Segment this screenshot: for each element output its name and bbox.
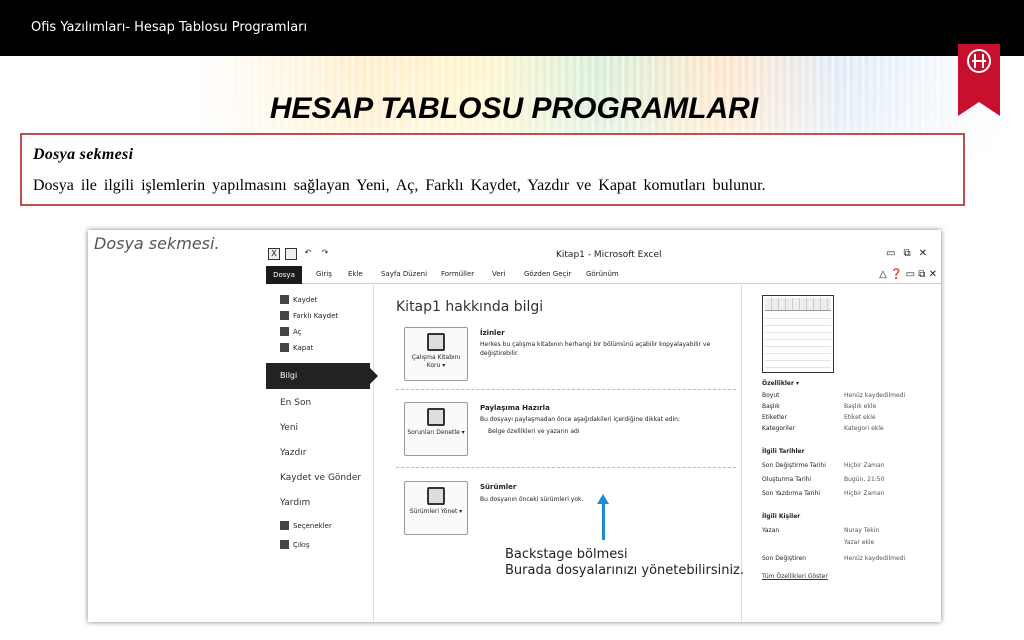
tab-dosya[interactable]: Dosya xyxy=(266,266,302,284)
nav-ac[interactable]: Aç xyxy=(280,327,302,336)
help-icon[interactable]: △ ❓ ▭ ⧉ ✕ xyxy=(879,269,937,280)
title-bar: X ↶ ↷ Kitap1 - Microsoft Excel ▭⧉✕ xyxy=(266,244,941,266)
workbook-thumbnail xyxy=(762,295,834,373)
save-as-icon xyxy=(280,311,289,320)
annotation: Backstage bölmesi Burada dosyalarınızı y… xyxy=(505,547,744,579)
protect-workbook-button[interactable]: Çalışma Kitabını Koru ▾ xyxy=(404,327,468,381)
topbar-title: Ofis Yazılımları- Hesap Tablosu Programl… xyxy=(31,20,308,35)
versions-icon xyxy=(427,487,445,505)
tab-formuller[interactable]: Formüller xyxy=(441,270,474,278)
save-icon xyxy=(280,295,289,304)
tab-gorunum[interactable]: Görünüm xyxy=(586,270,619,278)
tab-sayfa-duzeni[interactable]: Sayfa Düzeni xyxy=(381,270,427,278)
exit-icon xyxy=(280,540,289,549)
properties-pane: Özellikler ▾ Boyut Henüz kaydedilmedi Baş… xyxy=(741,285,941,622)
lock-icon xyxy=(427,333,445,351)
divider xyxy=(396,389,736,390)
section-text: Bu dosyayı paylaşmadan önce aşağıdakiler… xyxy=(480,416,680,423)
section-text: Herkes bu çalışma kitabının herhangi bir… xyxy=(480,341,711,357)
tab-veri[interactable]: Veri xyxy=(492,270,505,278)
window-controls[interactable]: ▭⧉✕ xyxy=(886,248,935,259)
nav-kaydet[interactable]: Kaydet xyxy=(280,295,317,304)
undo-icon[interactable]: ↶ xyxy=(302,248,314,260)
options-icon xyxy=(280,521,289,530)
nav-yazdir[interactable]: Yazdır xyxy=(280,448,306,458)
nav-bilgi[interactable]: Bilgi xyxy=(266,363,378,389)
menu-bar: Dosya Giriş Ekle Sayfa Düzeni Formüller … xyxy=(266,266,941,284)
screenshot-caption: Dosya sekmesi. xyxy=(94,234,220,253)
backstage-nav: Kaydet Farklı Kaydet Aç Kapat Bilgi En S… xyxy=(266,285,378,622)
section-title: İzinler xyxy=(480,329,505,337)
folder-open-icon xyxy=(280,327,289,336)
nav-cikis[interactable]: Çıkış xyxy=(280,540,309,549)
quick-access-toolbar: X ↶ ↷ xyxy=(268,248,331,260)
save-icon[interactable] xyxy=(285,248,297,260)
redo-icon[interactable]: ↷ xyxy=(319,248,331,260)
nav-secenekler[interactable]: Seçenekler xyxy=(280,521,332,530)
divider xyxy=(396,467,736,468)
nav-farkli-kaydet[interactable]: Farklı Kaydet xyxy=(280,311,338,320)
description-box: Dosya sekmesi Dosya ile ilgili işlemleri… xyxy=(20,133,965,206)
annotation-line-2: Burada dosyalarınızı yönetebilirsiniz. xyxy=(505,563,745,578)
box-text: Dosya ile ilgili işlemlerin yapılmasını … xyxy=(33,177,766,194)
top-bar: Ofis Yazılımları- Hesap Tablosu Programl… xyxy=(0,0,1024,56)
people-heading: İlgili Kişiler xyxy=(762,513,801,520)
show-all-properties-link[interactable]: Tüm Özellikleri Göster xyxy=(762,573,828,580)
nav-en-son[interactable]: En Son xyxy=(280,398,311,408)
checklist-icon xyxy=(427,408,445,426)
nav-kapat[interactable]: Kapat xyxy=(280,343,313,352)
folder-close-icon xyxy=(280,343,289,352)
tab-ekle[interactable]: Ekle xyxy=(348,270,363,278)
info-title: Kitap1 hakkında bilgi xyxy=(396,299,544,315)
box-heading: Dosya sekmesi xyxy=(33,146,134,163)
check-issues-button[interactable]: Sorunları Denetle ▾ xyxy=(404,402,468,456)
section-title: Paylaşıma Hazırla xyxy=(480,404,550,412)
properties-heading[interactable]: Özellikler ▾ xyxy=(762,380,799,387)
manage-versions-button[interactable]: Sürümleri Yönet ▾ xyxy=(404,481,468,535)
window-title: Kitap1 - Microsoft Excel xyxy=(556,250,662,260)
nav-yeni[interactable]: Yeni xyxy=(280,423,298,433)
section-title: Sürümler xyxy=(480,483,517,491)
excel-icon[interactable]: X xyxy=(268,248,280,260)
tab-giris[interactable]: Giriş xyxy=(316,270,332,278)
bullet-item: Belge özellikleri ve yazarın adı xyxy=(488,428,580,435)
slide-title: HESAP TABLOSU PROGRAMLARI xyxy=(269,92,759,125)
arrow-shaft xyxy=(602,498,605,540)
dates-heading: İlgili Tarihler xyxy=(762,448,805,455)
annotation-line-1: Backstage bölmesi xyxy=(505,547,628,562)
nav-kaydet-ve-gonder[interactable]: Kaydet ve Gönder xyxy=(280,473,361,483)
nav-yardim[interactable]: Yardım xyxy=(280,498,310,508)
tab-gozden-gecir[interactable]: Gözden Geçir xyxy=(524,270,571,278)
